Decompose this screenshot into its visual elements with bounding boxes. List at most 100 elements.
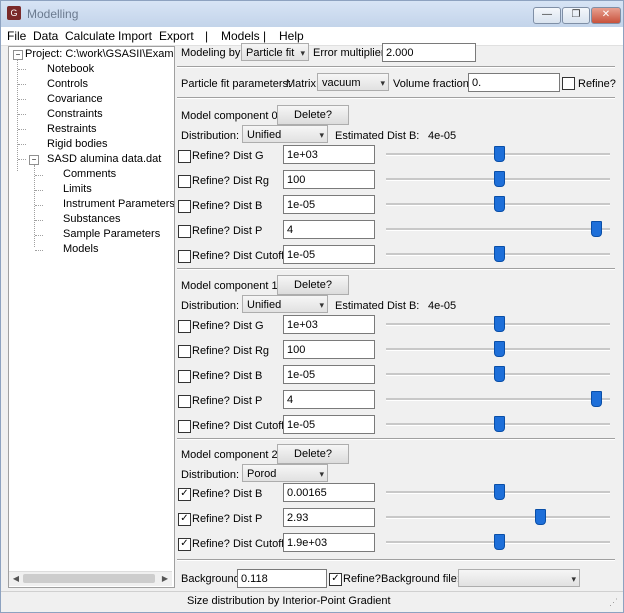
component-1-dist-p-slider-thumb[interactable] (591, 391, 602, 407)
component-0-dist-g-input[interactable]: 1e+03 (283, 145, 375, 164)
component-0-refine-cutoff-checkbox[interactable] (178, 250, 191, 263)
component-1-dist-g-slider-thumb[interactable] (494, 316, 505, 332)
component-0-dist-cutoff-slider-thumb[interactable] (494, 246, 505, 262)
volume-fraction-refine-checkbox[interactable] (562, 77, 575, 90)
component-2-dist-b-input[interactable]: 0.00165 (283, 483, 375, 502)
component-1-dist-cutoff-slider-thumb[interactable] (494, 416, 505, 432)
tree-item-notebook[interactable]: Notebook (47, 63, 94, 75)
collapse-icon[interactable]: − (13, 50, 23, 60)
modeling-by-select[interactable]: Particle fit ▾ (241, 43, 309, 61)
component-0-distribution-value: Unified (247, 129, 282, 141)
component-0-dist-b-input[interactable]: 1e-05 (283, 195, 375, 214)
component-1-dist-cutoff-input[interactable]: 1e-05 (283, 415, 375, 434)
component-0-dist-p-slider[interactable] (386, 228, 610, 231)
component-0-delete-button[interactable]: Delete? (277, 105, 349, 125)
component-2-dist-p-slider[interactable] (386, 516, 610, 519)
error-multiplier-input[interactable]: 2.000 (382, 43, 476, 62)
component-1-distribution-select[interactable]: Unified ▾ (242, 295, 328, 313)
menu-calculate[interactable]: Calculate (65, 29, 115, 43)
component-1-refine-g-checkbox[interactable] (178, 320, 191, 333)
component-2-dist-cutoff-slider-thumb[interactable] (494, 534, 505, 550)
modeling-by-value: Particle fit (246, 47, 295, 59)
tree-sasd-data[interactable]: SASD alumina data.dat (47, 153, 161, 165)
component-1-dist-rg-input[interactable]: 100 (283, 340, 375, 359)
tree-horizontal-scrollbar[interactable]: ◀ ▶ (9, 571, 172, 586)
component-2-delete-button[interactable]: Delete? (277, 444, 349, 464)
component-1-dist-p-slider[interactable] (386, 398, 610, 401)
component-2-param-label: Refine? Dist Cutoff (192, 538, 285, 550)
component-1-refine-b-checkbox[interactable] (178, 370, 191, 383)
component-2-refine-p-checkbox[interactable]: ✓ (178, 513, 191, 526)
component-1-dist-b-slider-thumb[interactable] (494, 366, 505, 382)
component-2-distribution-select[interactable]: Porod ▾ (242, 464, 328, 482)
scroll-right-icon[interactable]: ▶ (159, 573, 171, 585)
component-1-estimated-value: 4e-05 (428, 300, 457, 312)
component-0-dist-p-slider-thumb[interactable] (591, 221, 602, 237)
component-0-dist-p-input[interactable]: 4 (283, 220, 375, 239)
component-0-dist-b-slider-thumb[interactable] (494, 196, 505, 212)
component-0-refine-g-checkbox[interactable] (178, 150, 191, 163)
component-2-refine-b-checkbox[interactable]: ✓ (178, 488, 191, 501)
tree-item-limits[interactable]: Limits (63, 183, 92, 195)
component-0-param-label: Refine? Dist P (192, 225, 263, 237)
resize-grip-icon[interactable]: ⋰ (609, 597, 618, 608)
background-file-select[interactable]: ▾ (458, 569, 580, 587)
matrix-select[interactable]: vacuum ▾ (317, 73, 389, 91)
minimize-button[interactable]: — (533, 7, 561, 24)
component-2-dist-p-slider-thumb[interactable] (535, 509, 546, 525)
component-0-refine-b-checkbox[interactable] (178, 200, 191, 213)
component-1-dist-g-input[interactable]: 1e+03 (283, 315, 375, 334)
tree-item-comments[interactable]: Comments (63, 168, 116, 180)
background-input[interactable]: 0.118 (237, 569, 327, 588)
menu-file[interactable]: File (7, 29, 26, 43)
volume-fraction-input[interactable]: 0. (468, 73, 560, 92)
maximize-button[interactable]: ❐ (562, 7, 590, 24)
tree-item-rigid-bodies[interactable]: Rigid bodies (47, 138, 108, 150)
component-0-dist-g-slider-thumb[interactable] (494, 146, 505, 162)
component-1-param-label: Refine? Dist G (192, 320, 264, 332)
component-1-dist-b-input[interactable]: 1e-05 (283, 365, 375, 384)
collapse-icon[interactable]: − (29, 155, 39, 165)
component-1-dist-rg-slider-thumb[interactable] (494, 341, 505, 357)
tree-item-substances[interactable]: Substances (63, 213, 120, 225)
component-0-dist-cutoff-input[interactable]: 1e-05 (283, 245, 375, 264)
background-refine-checkbox[interactable]: ✓ (329, 573, 342, 586)
tree-item-constraints[interactable]: Constraints (47, 108, 103, 120)
component-0-param-label: Refine? Dist Cutoff (192, 250, 285, 262)
menu-import[interactable]: Import (118, 29, 152, 43)
component-0-dist-rg-slider-thumb[interactable] (494, 171, 505, 187)
tree-item-models[interactable]: Models (63, 243, 98, 255)
component-1-dist-p-input[interactable]: 4 (283, 390, 375, 409)
data-tree[interactable]: − Project: C:\work\GSASII\Exampl Noteboo… (8, 46, 175, 588)
component-1-distribution-label: Distribution: (181, 300, 240, 312)
tree-item-controls[interactable]: Controls (47, 78, 88, 90)
component-1-param-label: Refine? Dist B (192, 370, 263, 382)
tree-project[interactable]: Project: C:\work\GSASII\Exampl (25, 48, 174, 60)
modeling-by-label: Modeling by: (181, 47, 244, 59)
component-2-dist-cutoff-input[interactable]: 1.9e+03 (283, 533, 375, 552)
component-1-refine-p-checkbox[interactable] (178, 395, 191, 408)
component-1-estimated-label: Estimated Dist B: (335, 300, 420, 312)
component-0-distribution-select[interactable]: Unified ▾ (242, 125, 328, 143)
component-1-refine-rg-checkbox[interactable] (178, 345, 191, 358)
component-0-refine-rg-checkbox[interactable] (178, 175, 191, 188)
refine-label: Refine? (578, 78, 616, 90)
component-1-refine-cutoff-checkbox[interactable] (178, 420, 191, 433)
component-2-dist-b-slider-thumb[interactable] (494, 484, 505, 500)
component-2-dist-p-input[interactable]: 2.93 (283, 508, 375, 527)
close-button[interactable]: ✕ (591, 7, 621, 24)
tree-item-restraints[interactable]: Restraints (47, 123, 97, 135)
tree-item-sample-parameters[interactable]: Sample Parameters (63, 228, 160, 240)
component-1-distribution-value: Unified (247, 299, 282, 311)
particle-fit-label: Particle fit parameters: (181, 78, 292, 90)
title-bar[interactable]: G Modelling — ❐ ✕ (1, 1, 623, 27)
component-2-refine-cutoff-checkbox[interactable]: ✓ (178, 538, 191, 551)
tree-item-covariance[interactable]: Covariance (47, 93, 103, 105)
component-0-refine-p-checkbox[interactable] (178, 225, 191, 238)
tree-item-instrument-parameters[interactable]: Instrument Parameters (63, 198, 174, 210)
component-1-delete-button[interactable]: Delete? (277, 275, 349, 295)
component-0-dist-rg-input[interactable]: 100 (283, 170, 375, 189)
menu-data[interactable]: Data (33, 29, 58, 43)
scroll-thumb[interactable] (23, 574, 155, 583)
scroll-left-icon[interactable]: ◀ (10, 573, 22, 585)
